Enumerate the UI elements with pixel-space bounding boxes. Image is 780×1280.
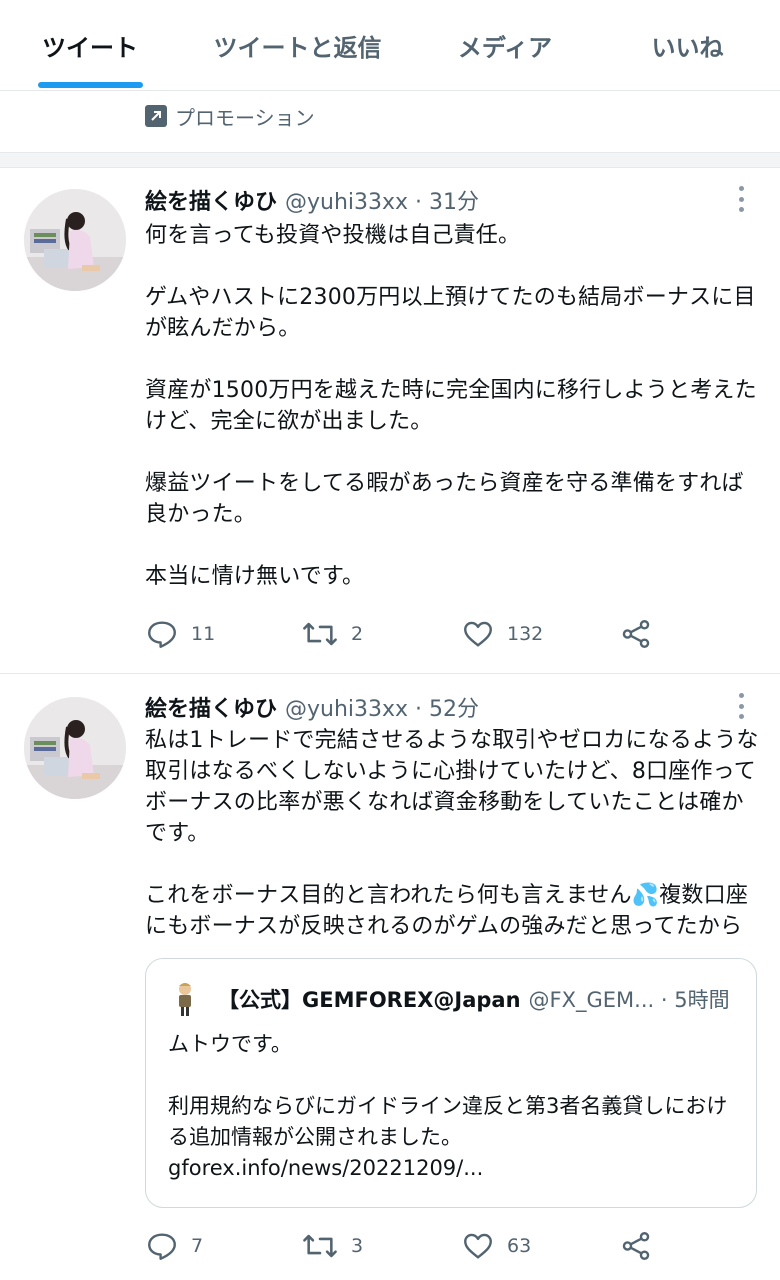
heart-icon <box>464 621 492 647</box>
author-handle-time: @yuhi33xx · 31分 <box>285 190 480 215</box>
reply-count: 7 <box>191 1235 204 1257</box>
share-button[interactable] <box>619 1226 653 1266</box>
tweet-header: 絵を描くゆひ @yuhi33xx · 31分 <box>145 183 479 217</box>
active-tab-indicator <box>38 82 143 88</box>
tweet-actions: 7 3 63 <box>145 1226 765 1266</box>
avatar[interactable] <box>24 697 126 799</box>
section-separator <box>0 152 780 168</box>
tweet-header: 絵を描くゆひ @yuhi33xx · 52分 <box>145 690 479 724</box>
heart-icon <box>464 1233 492 1259</box>
share-button[interactable] <box>619 614 653 654</box>
quoted-avatar <box>179 983 191 1016</box>
tweet-text: 私は1トレードで完結させるような取引やゼロカになるような取引はなるべくしないよう… <box>145 728 759 939</box>
retweet-count: 2 <box>351 623 364 645</box>
like-count: 63 <box>507 1235 532 1257</box>
retweet-icon <box>303 622 337 646</box>
like-button[interactable]: 63 <box>461 1226 531 1266</box>
quoted-tweet-text: ムトウです。 利用規約ならびにガイドライン違反と第3者名義貸しにおける追加情報が… <box>168 1032 728 1180</box>
tweet-divider <box>0 673 780 674</box>
reply-button[interactable]: 11 <box>145 614 215 654</box>
reply-icon <box>148 1233 176 1260</box>
tweet-actions: 11 2 132 <box>145 614 765 654</box>
retweet-count: 3 <box>351 1235 364 1257</box>
like-button[interactable]: 132 <box>461 614 543 654</box>
tab-likes[interactable]: いいね <box>600 0 775 91</box>
reply-icon <box>148 621 176 648</box>
quoted-tweet[interactable]: 【公式】GEMFOREX@Japan @FX_GEM... · 5時間 ムトウで… <box>145 958 757 1208</box>
author-name[interactable]: 絵を描くゆひ <box>145 184 277 216</box>
author-handle-time: @yuhi33xx · 52分 <box>285 697 480 722</box>
like-count: 132 <box>507 623 544 645</box>
promotion-text: プロモーション <box>175 105 315 130</box>
quoted-author-handle-time: @FX_GEM... · 5時間 <box>528 988 730 1012</box>
tweet-text: 何を言っても投資や投機は自己責任。 ゲムやハストに2300万円以上預けてたのも結… <box>145 223 757 589</box>
more-options-icon[interactable] <box>736 186 746 212</box>
tab-tweets[interactable]: ツイート <box>0 0 180 91</box>
quoted-tweet-header: 【公式】GEMFOREX@Japan @FX_GEM... · 5時間 <box>168 981 730 1017</box>
avatar[interactable] <box>24 189 126 291</box>
profile-tabs: ツイート ツイートと返信 メディア いいね <box>0 0 780 91</box>
author-name[interactable]: 絵を描くゆひ <box>145 691 277 723</box>
share-icon <box>622 1232 650 1260</box>
share-icon <box>622 620 650 648</box>
tab-media[interactable]: メディア <box>420 0 590 91</box>
arrow-up-right-icon <box>145 105 167 127</box>
retweet-button[interactable]: 3 <box>301 1226 363 1266</box>
retweet-button[interactable]: 2 <box>301 614 363 654</box>
quoted-author-name: 【公式】GEMFOREX@Japan <box>218 988 521 1012</box>
more-options-icon[interactable] <box>736 693 746 719</box>
reply-count: 11 <box>191 623 216 645</box>
retweet-icon <box>303 1234 337 1258</box>
promotion-label[interactable]: プロモーション <box>145 101 315 131</box>
tab-tweets-and-replies[interactable]: ツイートと返信 <box>195 0 400 91</box>
reply-button[interactable]: 7 <box>145 1226 203 1266</box>
